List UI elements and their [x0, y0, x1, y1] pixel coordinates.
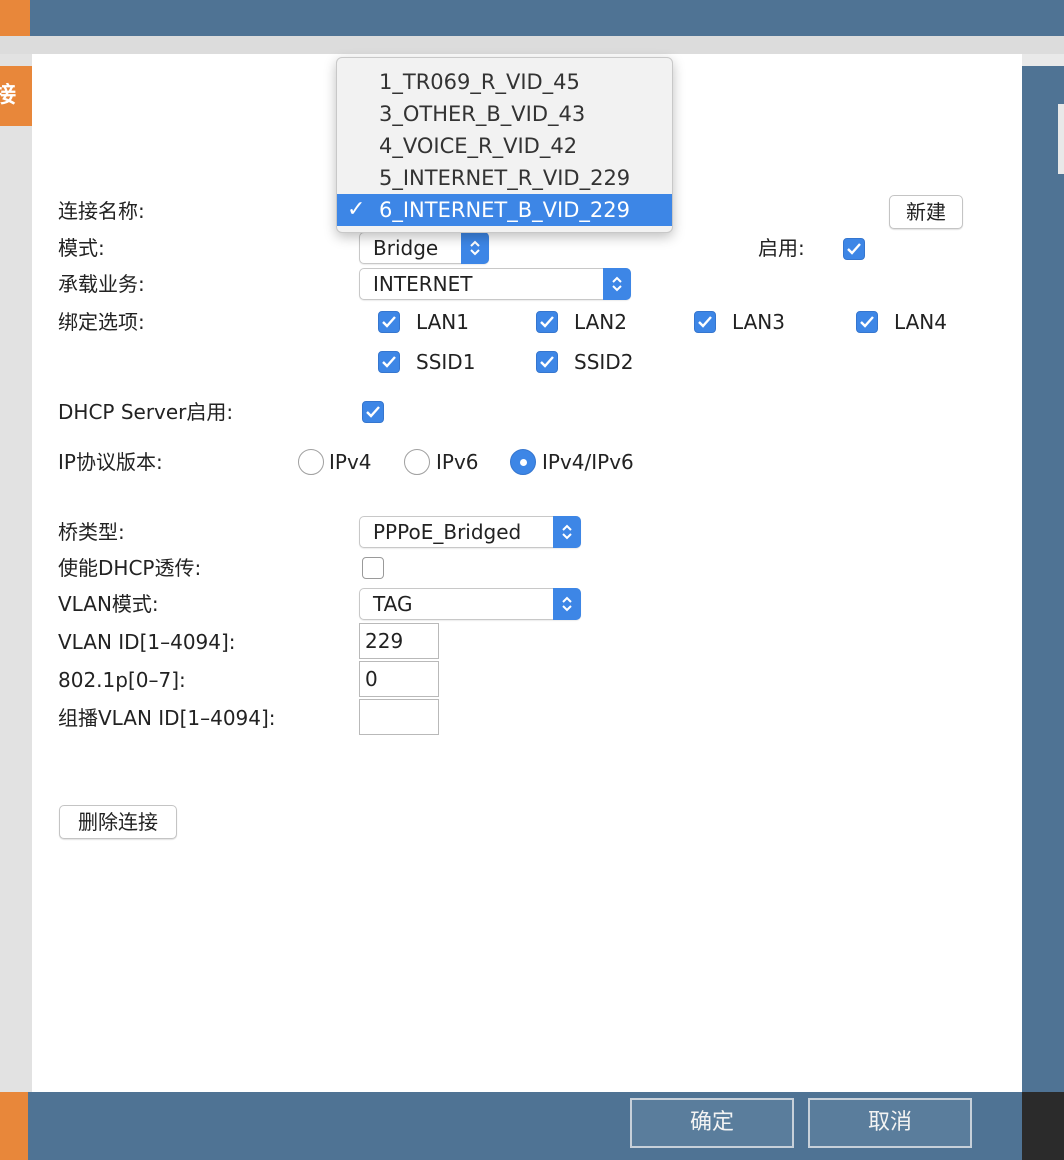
ip-version-label: IP协议版本:: [58, 450, 163, 474]
ssid2-label: SSID2: [574, 350, 634, 374]
right-background: [1022, 66, 1064, 1092]
check-icon: [382, 356, 396, 368]
checkmark-icon: ✓: [347, 197, 366, 222]
vlan-id-input[interactable]: 229: [359, 623, 439, 659]
sidebar-tab-label: 接: [0, 83, 17, 108]
check-icon: [540, 316, 554, 328]
ssid1-checkbox[interactable]: [378, 351, 400, 373]
right-notch: [1058, 104, 1064, 174]
ipv4-label: IPv4: [329, 450, 372, 474]
dropdown-option[interactable]: 1_TR069_R_VID_45: [337, 66, 672, 98]
top-bar: [0, 0, 1064, 36]
ipv4-ipv6-radio[interactable]: [510, 449, 536, 475]
multicast-vlan-label: 组播VLAN ID[1–4094]:: [58, 706, 276, 730]
ssid1-label: SSID1: [416, 350, 476, 374]
ipv4-ipv6-label: IPv4/IPv6: [542, 450, 634, 474]
lan2-checkbox[interactable]: [536, 311, 558, 333]
dhcp-server-label: DHCP Server启用:: [58, 400, 234, 424]
lan3-checkbox[interactable]: [694, 311, 716, 333]
lan3-label: LAN3: [732, 310, 785, 334]
check-icon: [540, 356, 554, 368]
check-icon: [366, 406, 380, 418]
vlan-mode-label: VLAN模式:: [58, 592, 159, 616]
enable-checkbox[interactable]: [843, 238, 865, 260]
service-select[interactable]: INTERNET: [359, 268, 631, 300]
bridge-type-label: 桥类型:: [58, 520, 125, 544]
footer-accent: [0, 1092, 28, 1160]
ipv4-radio[interactable]: [298, 449, 324, 475]
top-bar-accent: [0, 0, 30, 36]
dropdown-option[interactable]: 4_VOICE_R_VID_42: [337, 130, 672, 162]
connection-name-label: 连接名称:: [58, 199, 145, 223]
select-arrows-icon: [553, 516, 581, 548]
check-icon: [860, 316, 874, 328]
lan4-label: LAN4: [894, 310, 947, 334]
connection-name-dropdown[interactable]: 1_TR069_R_VID_45 3_OTHER_B_VID_43 4_VOIC…: [336, 57, 673, 233]
lan4-checkbox[interactable]: [856, 311, 878, 333]
cancel-button[interactable]: 取消: [808, 1098, 972, 1148]
lan2-label: LAN2: [574, 310, 627, 334]
vlan-mode-select[interactable]: TAG: [359, 588, 581, 620]
check-icon: [847, 243, 861, 255]
ipv6-label: IPv6: [436, 450, 479, 474]
vlan-mode-select-value: TAG: [373, 592, 413, 616]
binding-label: 绑定选项:: [58, 310, 145, 334]
enable-label: 启用:: [758, 236, 805, 260]
select-arrows-icon: [603, 268, 631, 300]
service-select-value: INTERNET: [373, 272, 473, 296]
service-label: 承载业务:: [58, 272, 145, 296]
check-icon: [382, 316, 396, 328]
dhcp-passthrough-checkbox[interactable]: [362, 557, 384, 579]
ssid2-checkbox[interactable]: [536, 351, 558, 373]
lan1-checkbox[interactable]: [378, 311, 400, 333]
delete-connection-button[interactable]: 删除连接: [59, 805, 177, 839]
priority-label: 802.1p[0–7]:: [58, 668, 186, 692]
vlan-id-label: VLAN ID[1–4094]:: [58, 630, 236, 654]
bridge-type-select-value: PPPoE_Bridged: [373, 520, 522, 544]
mode-label: 模式:: [58, 236, 105, 260]
left-background: [0, 54, 32, 1094]
dhcp-passthrough-label: 使能DHCP透传:: [58, 556, 202, 580]
dropdown-option[interactable]: 3_OTHER_B_VID_43: [337, 98, 672, 130]
dropdown-option-label: 6_INTERNET_B_VID_229: [379, 198, 630, 222]
select-arrows-icon: [553, 588, 581, 620]
top-strip: [0, 36, 1064, 54]
lan1-label: LAN1: [416, 310, 469, 334]
ipv6-radio[interactable]: [404, 449, 430, 475]
dropdown-option[interactable]: 5_INTERNET_R_VID_229: [337, 162, 672, 194]
confirm-button[interactable]: 确定: [630, 1098, 794, 1148]
bridge-type-select[interactable]: PPPoE_Bridged: [359, 516, 581, 548]
new-button[interactable]: 新建: [889, 195, 963, 229]
footer-dark-corner: [1022, 1092, 1064, 1160]
select-arrows-icon: [461, 232, 489, 264]
dropdown-option-selected[interactable]: ✓ 6_INTERNET_B_VID_229: [337, 194, 672, 226]
priority-input[interactable]: 0: [359, 661, 439, 697]
dhcp-server-checkbox[interactable]: [362, 401, 384, 423]
mode-select[interactable]: Bridge: [359, 232, 489, 264]
check-icon: [698, 316, 712, 328]
multicast-vlan-input[interactable]: [359, 699, 439, 735]
mode-select-value: Bridge: [373, 236, 439, 260]
